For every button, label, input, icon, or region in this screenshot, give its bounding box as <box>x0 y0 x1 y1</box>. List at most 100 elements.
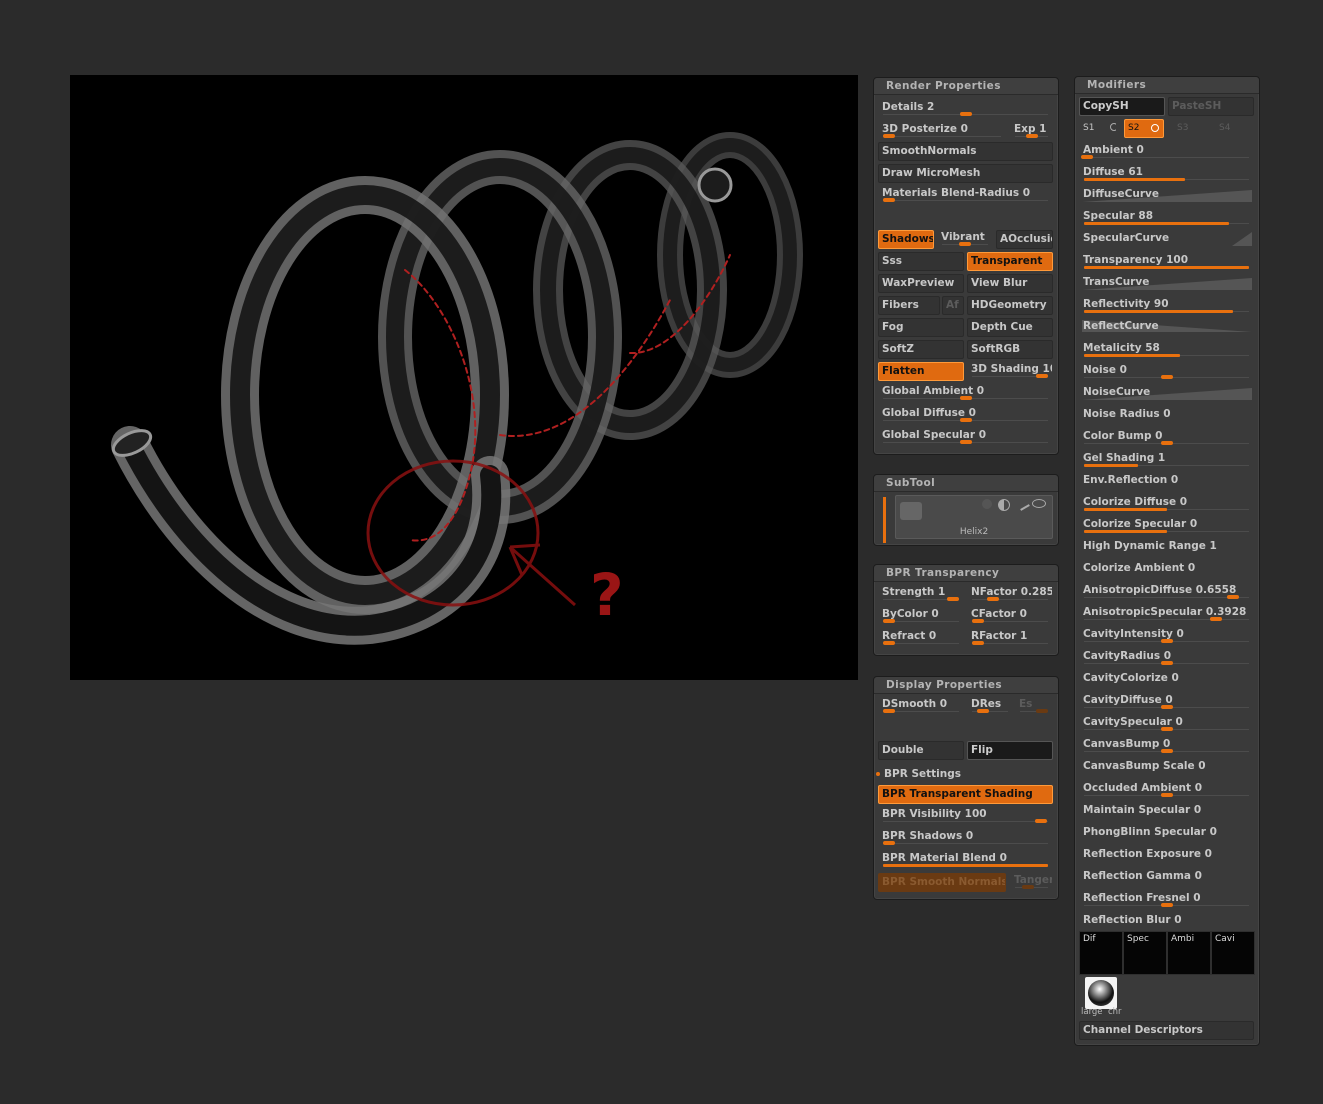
cavity-diffuse-slider[interactable]: CavityDiffuse 0 <box>1079 691 1254 710</box>
pastesh-button[interactable]: PasteSH <box>1168 97 1254 116</box>
slider-handle[interactable] <box>1084 508 1167 511</box>
reflection-exposure-slider[interactable]: Reflection Exposure 0 <box>1079 845 1254 864</box>
smooth-normals-button[interactable]: SmoothNormals <box>878 142 1053 161</box>
slider-track[interactable] <box>1084 595 1249 599</box>
polypaint-icon[interactable] <box>998 499 1010 511</box>
slider-track[interactable] <box>1084 310 1249 313</box>
s4-button[interactable]: S4 <box>1215 119 1253 138</box>
fog-toggle[interactable]: Fog <box>878 318 964 337</box>
hdgeometry-toggle[interactable]: HDGeometry <box>967 296 1053 315</box>
blend-radius-slider[interactable]: Materials Blend-Radius 0 <box>878 184 1053 203</box>
draw-micromesh-button[interactable]: Draw MicroMesh <box>878 164 1053 183</box>
bpr-transparency-title[interactable]: BPR Transparency <box>874 565 1058 582</box>
flatten-toggle[interactable]: Flatten <box>878 362 964 381</box>
slider-track[interactable] <box>1081 155 1249 159</box>
cavity-thumb[interactable]: Cavi <box>1211 931 1255 975</box>
ambient-thumb[interactable]: Ambi <box>1167 931 1211 975</box>
slider-handle[interactable] <box>1160 375 1173 379</box>
refract-slider[interactable]: Refract 0 <box>878 627 964 646</box>
slider-track[interactable] <box>1084 441 1249 445</box>
colorize-diffuse-slider[interactable]: Colorize Diffuse 0 <box>1079 493 1254 512</box>
aniso-specular-slider[interactable]: AnisotropicSpecular 0.3928 <box>1079 603 1254 622</box>
slider-track[interactable] <box>1084 639 1249 643</box>
softz-toggle[interactable]: SoftZ <box>878 340 964 359</box>
s3-button[interactable]: S3 <box>1173 119 1211 138</box>
slider-handle[interactable] <box>1160 441 1173 445</box>
cavity-specular-slider[interactable]: CavitySpecular 0 <box>1079 713 1254 732</box>
slider-handle[interactable] <box>1084 222 1230 225</box>
rfactor-slider[interactable]: RFactor 1 <box>967 627 1053 646</box>
transparent-toggle[interactable]: Transparent <box>967 252 1053 271</box>
es-slider[interactable]: Es <box>1015 695 1053 714</box>
chrome-sphere-icon[interactable] <box>1085 977 1117 1009</box>
diffuse-curve[interactable]: DiffuseCurve <box>1079 185 1254 204</box>
slider-track[interactable] <box>1084 617 1249 621</box>
noise-radius-slider[interactable]: Noise Radius 0 <box>1079 405 1254 424</box>
bpr-transparent-shading-toggle[interactable]: BPR Transparent Shading <box>878 785 1053 804</box>
metalicity-slider[interactable]: Metalicity 58 <box>1079 339 1254 358</box>
slider-track[interactable] <box>1084 705 1249 709</box>
reflection-gamma-slider[interactable]: Reflection Gamma 0 <box>1079 867 1254 886</box>
reflectivity-slider[interactable]: Reflectivity 90 <box>1079 295 1254 314</box>
slider-track[interactable] <box>1084 222 1249 225</box>
s2-button[interactable]: S2 <box>1124 119 1164 138</box>
bycolor-slider[interactable]: ByColor 0 <box>878 605 964 624</box>
noise-slider[interactable]: Noise 0 <box>1079 361 1254 380</box>
softrgb-toggle[interactable]: SoftRGB <box>967 340 1053 359</box>
brush-icon[interactable] <box>1016 497 1030 511</box>
transparency-slider[interactable]: Transparency 100 <box>1079 251 1254 270</box>
cavity-intensity-slider[interactable]: CavityIntensity 0 <box>1079 625 1254 644</box>
occluded-ambient-slider[interactable]: Occluded Ambient 0 <box>1079 779 1254 798</box>
dsmooth-slider[interactable]: DSmooth 0 <box>878 695 964 714</box>
maintain-specular-slider[interactable]: Maintain Specular 0 <box>1079 801 1254 820</box>
reflection-blur-slider[interactable]: Reflection Blur 0 <box>1079 911 1254 930</box>
shadows-toggle[interactable]: Shadows <box>878 230 934 249</box>
canvas-bump-scale-slider[interactable]: CanvasBump Scale 0 <box>1079 757 1254 776</box>
shading3d-slider[interactable]: 3D Shading 10 <box>967 360 1053 379</box>
bpr-smooth-normals-toggle[interactable]: BPR Smooth Normals <box>878 873 1006 892</box>
slider-handle[interactable] <box>1084 178 1185 181</box>
slider-handle[interactable] <box>1084 310 1233 313</box>
solo-icon[interactable] <box>982 499 992 509</box>
details-slider[interactable]: Details 2 <box>878 98 1053 117</box>
cfactor-slider[interactable]: CFactor 0 <box>967 605 1053 624</box>
slider-track[interactable] <box>1084 727 1249 731</box>
global-specular-slider[interactable]: Global Specular 0 <box>878 426 1053 445</box>
specular-thumb[interactable]: Spec <box>1123 931 1167 975</box>
strength-slider[interactable]: Strength 1 <box>878 583 964 602</box>
reflection-fresnel-slider[interactable]: Reflection Fresnel 0 <box>1079 889 1254 908</box>
diffuse-slider[interactable]: Diffuse 61 <box>1079 163 1254 182</box>
af-toggle[interactable]: Af <box>942 296 964 315</box>
diffuse-thumb[interactable]: Dif <box>1079 931 1123 975</box>
ambient-slider[interactable]: Ambient 0 <box>1079 141 1254 160</box>
exp-slider[interactable]: Exp 1 <box>1010 120 1053 139</box>
cavity-colorize-slider[interactable]: CavityColorize 0 <box>1079 669 1254 688</box>
slider-track[interactable] <box>1084 793 1249 797</box>
slider-handle[interactable] <box>1084 464 1139 467</box>
slider-track[interactable] <box>1084 464 1249 467</box>
slider-handle[interactable] <box>1084 530 1167 533</box>
noise-curve[interactable]: NoiseCurve <box>1079 383 1254 402</box>
visibility-eye-icon[interactable] <box>1032 499 1046 508</box>
slider-track[interactable] <box>1084 749 1249 753</box>
channel-descriptors-button[interactable]: Channel Descriptors <box>1079 1021 1254 1040</box>
posterize-slider[interactable]: 3D Posterize 0 <box>878 120 1006 139</box>
view-blur-toggle[interactable]: View Blur <box>967 274 1053 293</box>
waxpreview-toggle[interactable]: WaxPreview <box>878 274 964 293</box>
trans-curve[interactable]: TransCurve <box>1079 273 1254 292</box>
aocclusion-toggle[interactable]: AOcclusio <box>996 230 1053 249</box>
bpr-material-blend-slider[interactable]: BPR Material Blend 0 <box>878 849 1053 868</box>
colorize-ambient-slider[interactable]: Colorize Ambient 0 <box>1079 559 1254 578</box>
double-toggle[interactable]: Double <box>878 741 964 760</box>
copysh-button[interactable]: CopySH <box>1079 97 1165 116</box>
colorize-specular-slider[interactable]: Colorize Specular 0 <box>1079 515 1254 534</box>
tangent-slider[interactable]: Tanger <box>1010 871 1053 890</box>
bpr-shadows-slider[interactable]: BPR Shadows 0 <box>878 827 1053 846</box>
depth-cue-toggle[interactable]: Depth Cue <box>967 318 1053 337</box>
display-properties-title[interactable]: Display Properties <box>874 677 1058 694</box>
cavity-radius-slider[interactable]: CavityRadius 0 <box>1079 647 1254 666</box>
slider-track[interactable] <box>1084 903 1249 907</box>
global-ambient-slider[interactable]: Global Ambient 0 <box>878 382 1053 401</box>
bpr-visibility-slider[interactable]: BPR Visibility 100 <box>878 805 1053 824</box>
env-reflection-slider[interactable]: Env.Reflection 0 <box>1079 471 1254 490</box>
